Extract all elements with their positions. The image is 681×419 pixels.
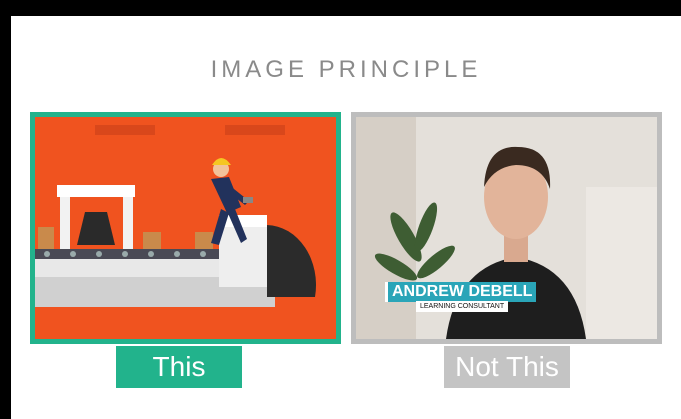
presentation-slide: IMAGE PRINCIPLE ANDREW DEBELL LEARNING C…: [11, 16, 681, 419]
not-this-label: Not This: [444, 346, 570, 388]
lower-third-name: ANDREW DEBELL: [385, 282, 537, 302]
lower-third-role: LEARNING CONSULTANT: [416, 301, 509, 312]
this-label: This: [116, 346, 242, 388]
factory-illustration: [35, 117, 336, 339]
bad-example-image: ANDREW DEBELL LEARNING CONSULTANT: [351, 112, 662, 344]
screen-frame: IMAGE PRINCIPLE ANDREW DEBELL LEARNING C…: [0, 0, 681, 419]
good-example-image: [30, 112, 341, 344]
slide-title: IMAGE PRINCIPLE: [210, 56, 482, 83]
